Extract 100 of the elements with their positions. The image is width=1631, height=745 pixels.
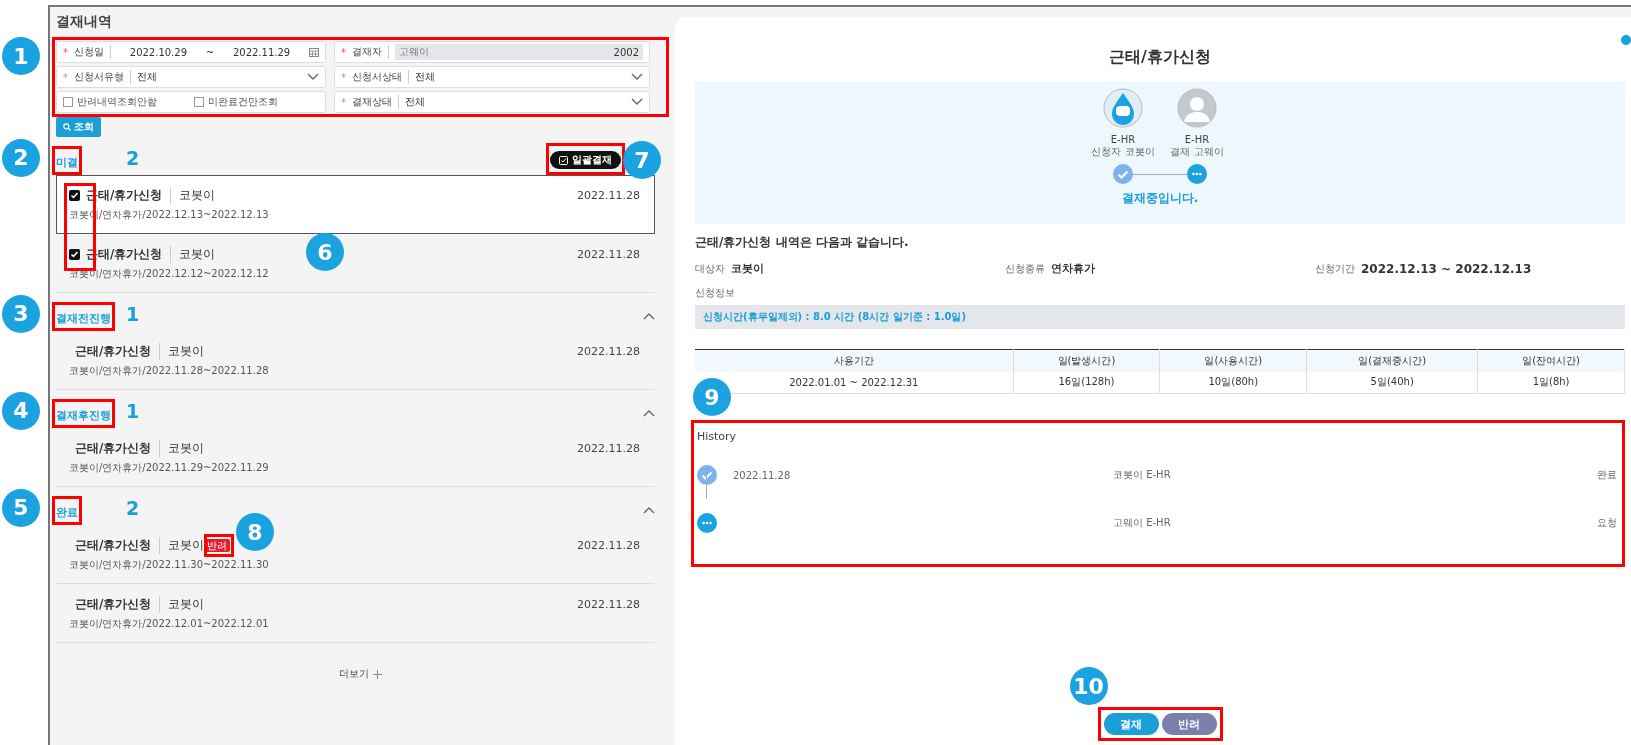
section-count: 1 [126,399,140,422]
request-item[interactable]: 근태/휴가신청 코봇이 2022.11.28 코봇이/연차휴가/2022.11.28~2022.11.28 [56,331,655,390]
approver-system: E-HR [1184,134,1210,145]
select-value: 전체 [137,70,158,84]
request-item[interactable]: 근태/휴가신청 코봇이 2022.11.28 코봇이/연차휴가/2022.11.29~2022.11.29 [56,428,655,487]
approver-code: 2002 [613,46,639,58]
field-label: 결재자 [352,45,389,59]
table-cell: 10일(80h) [1159,371,1307,394]
approver-role: 결재 고웨이 [1170,145,1224,159]
field-value: 연차휴가 [1051,261,1095,276]
section-count: 2 [126,146,140,169]
checkbox-icon [559,155,568,165]
range-separator: ~ [205,46,215,58]
select-value: 전체 [405,95,426,109]
requester-name: 코봇이 [159,537,205,554]
requester-name: 코봇이 [170,187,216,204]
search-icon [63,123,71,131]
history-result: 요청 [1596,516,1618,530]
field-label: 신청서상태 [352,70,409,84]
chevron-down-icon[interactable] [307,73,319,81]
mascot-avatar [1103,88,1143,128]
checkbox[interactable] [69,190,80,201]
requester-name: 코봇이 [170,246,216,263]
callout-number: 1 [2,37,40,75]
callout-number: 8 [236,513,274,551]
field-label: 결재상태 [352,95,399,109]
column-header: 일(사용시간) [1159,349,1307,372]
checkbox-label: 미완료건만조회 [208,95,278,109]
required-mark: * [63,46,68,58]
field-value: 2022.12.13 ~ 2022.12.13 [1361,261,1532,276]
status-badge: 반려 [204,539,231,552]
field-label: 신청서유형 [74,70,131,84]
select-field[interactable]: * 신청서상태 전체 [334,66,650,88]
request-date: 2022.11.28 [577,345,640,358]
callout-number: 6 [306,233,344,271]
date-value: 2022.11.29 [231,46,292,58]
callout-number: 10 [1069,667,1108,705]
chevron-up-icon[interactable] [643,312,655,320]
request-date: 2022.11.28 [577,248,640,261]
chevron-up-icon[interactable] [643,409,655,417]
field-label: 대상자 [695,261,725,276]
chevron-down-icon[interactable] [631,73,643,81]
request-date: 2022.11.28 [577,539,640,552]
field-label: 신청기간 [1315,261,1355,276]
select-field[interactable]: * 결재상태 전체 [334,91,650,113]
summary-text: 근태/휴가신청 내역은 다음과 같습니다. [695,234,910,251]
approval-status: 결재중입니다. [1121,190,1199,207]
info-label: 신청정보 [695,286,736,300]
history-name: 고웨이 E-HR [1112,516,1172,530]
callout-number: 4 [2,391,40,430]
calendar-icon[interactable] [309,47,319,57]
history-name: 코봇이 E-HR [1112,468,1172,482]
requester-name: 코봇이 [159,343,205,360]
request-date: 2022.11.28 [577,598,640,611]
select-value: 전체 [415,70,436,84]
batch-approve-button[interactable]: 일괄결재 [550,151,621,169]
page-title: 결재내역 [56,13,113,31]
select-field[interactable]: * 신청서유형 전체 [56,66,326,88]
approver-system: E-HR [1110,134,1136,145]
request-title: 근태/휴가신청 [75,596,152,613]
history-result: 완료 [1596,468,1618,482]
chevron-up-icon[interactable] [643,506,655,514]
required-mark: * [341,71,346,83]
request-date: 2022.11.28 [577,442,640,455]
history-title: History [697,430,738,443]
request-detail: 코봇이/연차휴가/2022.11.29~2022.11.29 [69,461,270,475]
column-header: 일(잔여시간) [1477,349,1625,372]
date-range-field[interactable]: * 신청일 2022.10.29 ~ 2022.11.29 [56,41,326,63]
column-header: 일(결재중시간) [1306,349,1478,372]
request-title: 근태/휴가신청 [75,440,152,457]
person-avatar [1177,88,1217,128]
more-link[interactable]: 더보기 [339,667,369,681]
section-count: 2 [126,496,140,519]
table-cell: 16일(128h) [1013,371,1160,394]
checkbox[interactable] [69,249,80,260]
requester-name: 코봇이 [159,440,205,457]
field-label: 신청일 [74,45,111,59]
detail-title: 근태/휴가신청 [1108,47,1212,68]
callout-number: 3 [2,294,40,333]
checkbox[interactable] [194,97,204,107]
callout-number: 2 [2,138,40,177]
callout-number: 7 [623,141,661,179]
column-header: 사용기간 [695,349,1014,372]
request-item[interactable]: 근태/휴가신청 코봇이 2022.11.28 코봇이/연차휴가/2022.12.01~2022.12.01 [56,584,655,643]
request-date: 2022.11.28 [577,189,640,202]
callout-number: 5 [2,488,40,527]
required-mark: * [341,96,346,108]
column-header: 일(발생시간) [1013,349,1160,372]
table-cell: 1일(8h) [1477,371,1625,394]
request-detail: 코봇이/연차휴가/2022.11.30~2022.11.30 [69,558,270,572]
approver-role: 신청자 코봇이 [1091,145,1155,159]
reject-button[interactable]: 반려 [1161,713,1217,735]
request-detail: 코봇이/연차휴가/2022.11.28~2022.11.28 [69,364,270,378]
plus-icon[interactable] [373,669,382,679]
help-icon[interactable] [1621,35,1631,45]
chevron-down-icon[interactable] [631,98,643,106]
checkbox[interactable] [63,97,73,107]
request-detail: 코봇이/연차휴가/2022.12.01~2022.12.01 [69,617,270,631]
requester-name: 코봇이 [159,596,205,613]
checkbox-label: 반려내역조회안함 [77,95,157,109]
